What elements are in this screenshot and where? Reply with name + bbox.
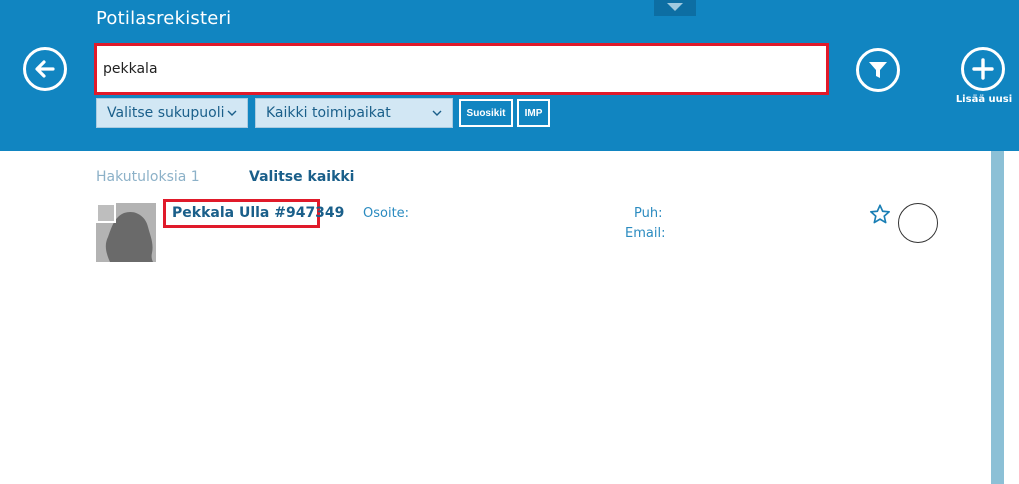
- top-app-bar-toggle[interactable]: [654, 0, 696, 16]
- address-label: Osoite:: [363, 206, 410, 221]
- chevron-down-icon: [432, 110, 442, 116]
- imp-button[interactable]: IMP: [517, 99, 550, 127]
- select-circle[interactable]: [898, 203, 938, 243]
- email-label: Email:: [625, 226, 666, 241]
- app-header: Potilasrekisteri Lisää uusi Valitse suku…: [0, 0, 1019, 151]
- row-checkbox[interactable]: [96, 203, 116, 223]
- funnel-icon: [869, 62, 887, 78]
- filter-button[interactable]: [856, 48, 900, 92]
- scrollbar[interactable]: [991, 151, 1004, 484]
- results-count: Hakutuloksia 1: [96, 169, 200, 185]
- search-box: [94, 43, 829, 95]
- arrow-left-icon: [35, 60, 55, 78]
- add-new-button[interactable]: [961, 47, 1005, 91]
- patient-name-link[interactable]: Pekkala Ulla #947349: [172, 205, 344, 221]
- phone-label: Puh:: [634, 206, 663, 221]
- chevron-down-icon: [227, 110, 237, 116]
- select-all-link[interactable]: Valitse kaikki: [249, 169, 355, 185]
- location-select[interactable]: Kaikki toimipaikat: [255, 98, 453, 128]
- add-new-label: Lisää uusi: [955, 94, 1013, 105]
- patient-name-highlight: Pekkala Ulla #947349: [163, 199, 344, 228]
- gender-select[interactable]: Valitse sukupuoli: [96, 98, 248, 128]
- favorites-button[interactable]: Suosikit: [459, 99, 513, 127]
- search-input[interactable]: [103, 54, 818, 84]
- gender-select-value: Valitse sukupuoli: [107, 105, 225, 121]
- star-icon[interactable]: [869, 203, 891, 225]
- location-select-value: Kaikki toimipaikat: [266, 105, 391, 121]
- plus-icon: [972, 58, 994, 80]
- chevron-down-icon: [667, 3, 683, 11]
- back-button[interactable]: [23, 47, 67, 91]
- page-title: Potilasrekisteri: [96, 8, 232, 29]
